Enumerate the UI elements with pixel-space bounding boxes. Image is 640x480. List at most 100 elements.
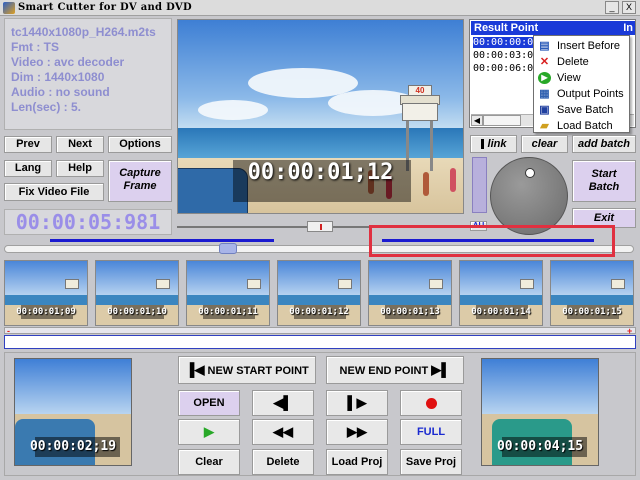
range-start-marker[interactable]: - xyxy=(7,326,13,336)
thumb-sea xyxy=(5,295,87,305)
link-indicator-icon xyxy=(480,139,484,150)
fast-forward-button[interactable]: ▶▶ xyxy=(326,419,388,445)
result-point-header: Result Point In xyxy=(471,21,635,35)
capture-frame-label-1: Capture xyxy=(119,167,161,179)
link-button[interactable]: link xyxy=(470,135,517,153)
fix-video-file-button[interactable]: Fix Video File xyxy=(4,183,104,201)
menu-item-label: View xyxy=(557,72,581,84)
menu-item-delete[interactable]: ✕ Delete xyxy=(538,54,628,70)
full-button[interactable]: FULL xyxy=(400,419,462,445)
open-button[interactable]: OPEN xyxy=(178,390,240,416)
load-proj-button[interactable]: Load Proj xyxy=(326,449,388,475)
delete-x-icon: ✕ xyxy=(539,56,550,68)
help-button[interactable]: Help xyxy=(56,160,104,177)
cut-range-bar[interactable] xyxy=(4,335,636,349)
clear-button[interactable]: Clear xyxy=(178,449,240,475)
thumbnail-frame[interactable]: 00:00:01;12 xyxy=(277,260,361,326)
thumb-tower xyxy=(611,279,625,289)
start-point-icon: ▐◀ xyxy=(185,362,205,377)
frame-slider-thumb[interactable] xyxy=(307,221,333,232)
audio-info: Audio : no sound xyxy=(11,85,110,99)
range-strip[interactable]: - + xyxy=(4,326,636,336)
view-icon: ▶ xyxy=(538,72,551,84)
menu-item-view[interactable]: ▶ View xyxy=(538,70,628,86)
minimize-button[interactable]: _ xyxy=(605,1,619,14)
options-button[interactable]: Options xyxy=(108,136,172,153)
thumbnail-frame[interactable]: 00:00:01;11 xyxy=(186,260,270,326)
menu-item-output-points[interactable]: ▦ Output Points xyxy=(538,86,628,102)
result-row[interactable]: 00:00:03:04 xyxy=(473,50,539,61)
step-forward-icon: ▌▶ xyxy=(347,395,367,410)
position-timer: 00:00:05:981 xyxy=(4,209,172,235)
new-end-point-button[interactable]: NEW END POINT ▶▌ xyxy=(326,356,464,384)
thumbnail-frame[interactable]: 00:00:01;13 xyxy=(368,260,452,326)
scroll-thumb[interactable] xyxy=(483,115,521,126)
thumb-sky xyxy=(460,261,542,295)
volume-slider[interactable] xyxy=(472,157,487,213)
lang-button[interactable]: Lang xyxy=(4,160,52,177)
jog-dial[interactable] xyxy=(490,157,568,235)
video-preview[interactable]: 40 00:00:01;12 xyxy=(177,19,464,214)
thumbnail-frame[interactable]: 00:00:01;15 xyxy=(550,260,634,326)
title-bar: Smart Cutter for DV and DVD _ X xyxy=(0,0,640,16)
thumb-tower xyxy=(156,279,170,289)
play-button[interactable]: ▶ xyxy=(178,419,240,445)
thumb-tower xyxy=(429,279,443,289)
close-button[interactable]: X xyxy=(622,1,636,14)
video-timecode: 00:00:01;12 xyxy=(247,160,394,185)
result-row[interactable]: 00:00:06:08 xyxy=(473,63,539,74)
thumbnail-timecode: 00:00:01;09 xyxy=(16,307,76,317)
start-segment-bar xyxy=(50,239,274,242)
add-batch-button[interactable]: add batch xyxy=(572,135,636,153)
range-end-marker[interactable]: + xyxy=(627,326,633,336)
end-preview-timecode: 00:00:04;15 xyxy=(496,439,584,454)
save-proj-button[interactable]: Save Proj xyxy=(400,449,462,475)
rewind-icon: ◀◀ xyxy=(273,424,293,439)
new-start-point-button[interactable]: ▐◀ NEW START POINT xyxy=(178,356,316,384)
thumb-sea xyxy=(187,295,269,305)
menu-item-save-batch[interactable]: ▣ Save Batch xyxy=(538,102,628,118)
delete-button[interactable]: Delete xyxy=(252,449,314,475)
lifeguard-tower: 40 xyxy=(400,85,440,171)
thumb-sky xyxy=(5,261,87,295)
thumbnail-strip: 00:00:01;09 00:00:01;10 00:00:01;11 00:0… xyxy=(4,260,636,326)
start-batch-button[interactable]: Start Batch xyxy=(572,160,636,202)
capture-frame-button[interactable]: Capture Frame xyxy=(108,160,172,202)
thumbnail-frame[interactable]: 00:00:01;10 xyxy=(95,260,179,326)
file-info-panel: tc1440x1080p_H264.m2ts Fmt : TS Video : … xyxy=(4,18,172,130)
scroll-left-icon[interactable]: ◀ xyxy=(471,115,483,126)
thumb-tower xyxy=(65,279,79,289)
load-folder-icon: ▰ xyxy=(540,120,549,132)
end-point-preview: 00:00:04;15 xyxy=(481,358,599,466)
thumbnail-timecode: 00:00:01;11 xyxy=(198,307,258,317)
thumb-sky xyxy=(187,261,269,295)
thumbnail-frame[interactable]: 00:00:01;09 xyxy=(4,260,88,326)
menu-item-load-batch[interactable]: ▰ Load Batch xyxy=(538,118,628,134)
timeline-thumb[interactable] xyxy=(219,243,237,254)
next-button[interactable]: Next xyxy=(56,136,104,153)
thumbnail-frame[interactable]: 00:00:01;14 xyxy=(459,260,543,326)
thumbnail-timecode: 00:00:01;13 xyxy=(380,307,440,317)
menu-item-label: Delete xyxy=(557,56,589,68)
record-button[interactable] xyxy=(400,390,462,416)
new-start-point-label: NEW START POINT xyxy=(207,365,309,377)
result-row[interactable]: 00:00:00:00 xyxy=(473,37,540,48)
step-back-button[interactable]: ◀▌ xyxy=(252,390,314,416)
thumb-tower xyxy=(520,279,534,289)
menu-item-label: Load Batch xyxy=(557,120,613,132)
context-menu: ▤ Insert Before ✕ Delete ▶ View ▦ Output… xyxy=(533,35,630,133)
video-codec: Video : avc decoder xyxy=(11,55,125,69)
play-icon: ▶ xyxy=(204,424,214,439)
menu-item-label: Output Points xyxy=(557,88,624,100)
rewind-button[interactable]: ◀◀ xyxy=(252,419,314,445)
length-info: Len(sec) : 5. xyxy=(11,100,82,114)
app-icon xyxy=(3,2,15,14)
clear-points-button[interactable]: clear xyxy=(521,135,568,153)
prev-button[interactable]: Prev xyxy=(4,136,52,153)
thumb-sky xyxy=(551,261,633,295)
thumb-tower xyxy=(338,279,352,289)
fast-forward-icon: ▶▶ xyxy=(347,424,367,439)
menu-item-label: Insert Before xyxy=(557,40,620,52)
step-forward-button[interactable]: ▌▶ xyxy=(326,390,388,416)
menu-item-insert-before[interactable]: ▤ Insert Before xyxy=(538,38,628,54)
